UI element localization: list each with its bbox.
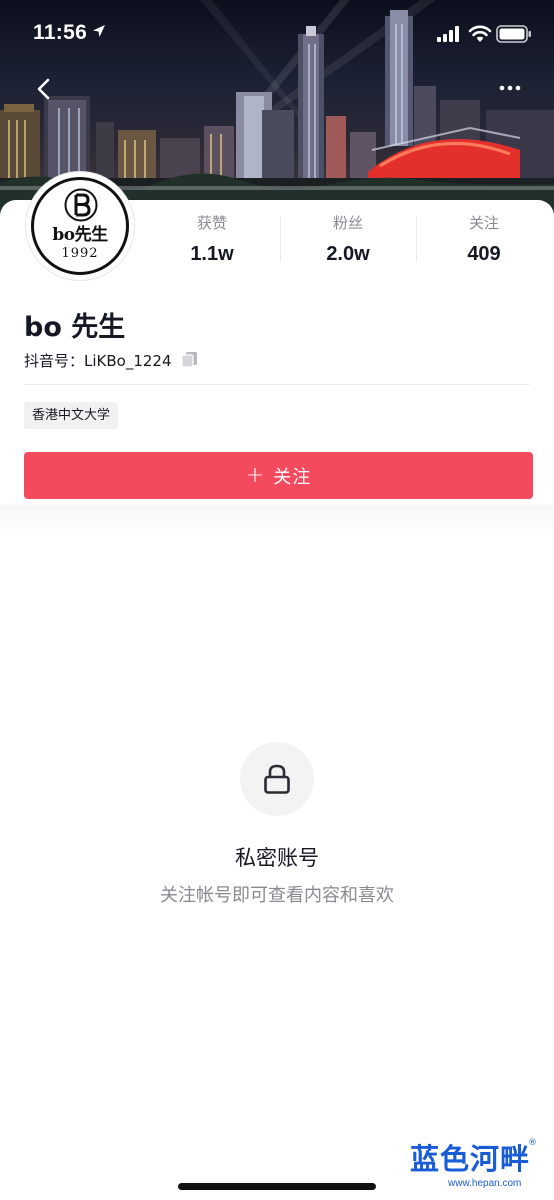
watermark-logo: 蓝色河畔 ® www.hepan.com <box>410 1136 544 1196</box>
douyin-id: 抖音号：LiKBo_1224 <box>24 352 172 370</box>
cellular-signal-icon <box>437 26 459 42</box>
location-arrow-icon <box>93 25 105 37</box>
plus-icon: + <box>245 463 266 488</box>
stat-value: 2.0w <box>326 243 370 265</box>
stat-value: 1.1w <box>190 243 234 265</box>
copy-icon[interactable] <box>181 351 199 368</box>
b-logo-icon <box>64 188 98 222</box>
follow-button[interactable]: + 关注 <box>24 452 533 499</box>
lock-icon <box>264 764 290 794</box>
avatar-year: 1992 <box>61 246 99 261</box>
divider <box>24 384 530 385</box>
stat-likes[interactable]: 获赞 1.1w <box>144 212 280 266</box>
back-button[interactable] <box>30 74 60 104</box>
home-indicator[interactable] <box>178 1183 376 1190</box>
avatar[interactable]: bo先生 1992 <box>26 172 134 280</box>
wifi-icon <box>468 25 492 42</box>
watermark-text: 蓝色河畔 <box>410 1142 531 1176</box>
watermark-registered-mark: ® <box>528 1138 537 1148</box>
chevron-left-icon <box>37 78 50 100</box>
stat-label: 粉丝 <box>332 214 363 232</box>
stat-followers[interactable]: 粉丝 2.0w <box>280 212 416 266</box>
status-bar: 11:56 <box>0 0 554 66</box>
stat-value: 409 <box>467 243 501 265</box>
school-tag: 香港中文大学 <box>24 402 119 429</box>
status-time: 11:56 <box>33 21 88 44</box>
follow-button-label: 关注 <box>273 466 312 488</box>
more-horizontal-icon <box>499 85 521 91</box>
watermark-url: www.hepan.com <box>448 1178 522 1189</box>
private-account-subtitle: 关注帐号即可查看内容和喜欢 <box>160 885 394 906</box>
profile-nickname: bo 先生 <box>24 312 126 343</box>
stat-label: 获赞 <box>196 214 227 232</box>
more-button[interactable] <box>496 78 526 98</box>
battery-icon <box>496 25 531 43</box>
avatar-text: bo先生 <box>52 225 108 245</box>
stat-label: 关注 <box>468 214 499 232</box>
stat-following[interactable]: 关注 409 <box>416 212 552 266</box>
profile-stats: 获赞 1.1w 粉丝 2.0w 关注 409 <box>144 212 554 270</box>
private-account-title: 私密账号 <box>235 846 319 870</box>
avatar-logo: bo先生 1992 <box>31 177 129 275</box>
section-divider <box>0 505 554 535</box>
lock-badge <box>240 742 314 816</box>
